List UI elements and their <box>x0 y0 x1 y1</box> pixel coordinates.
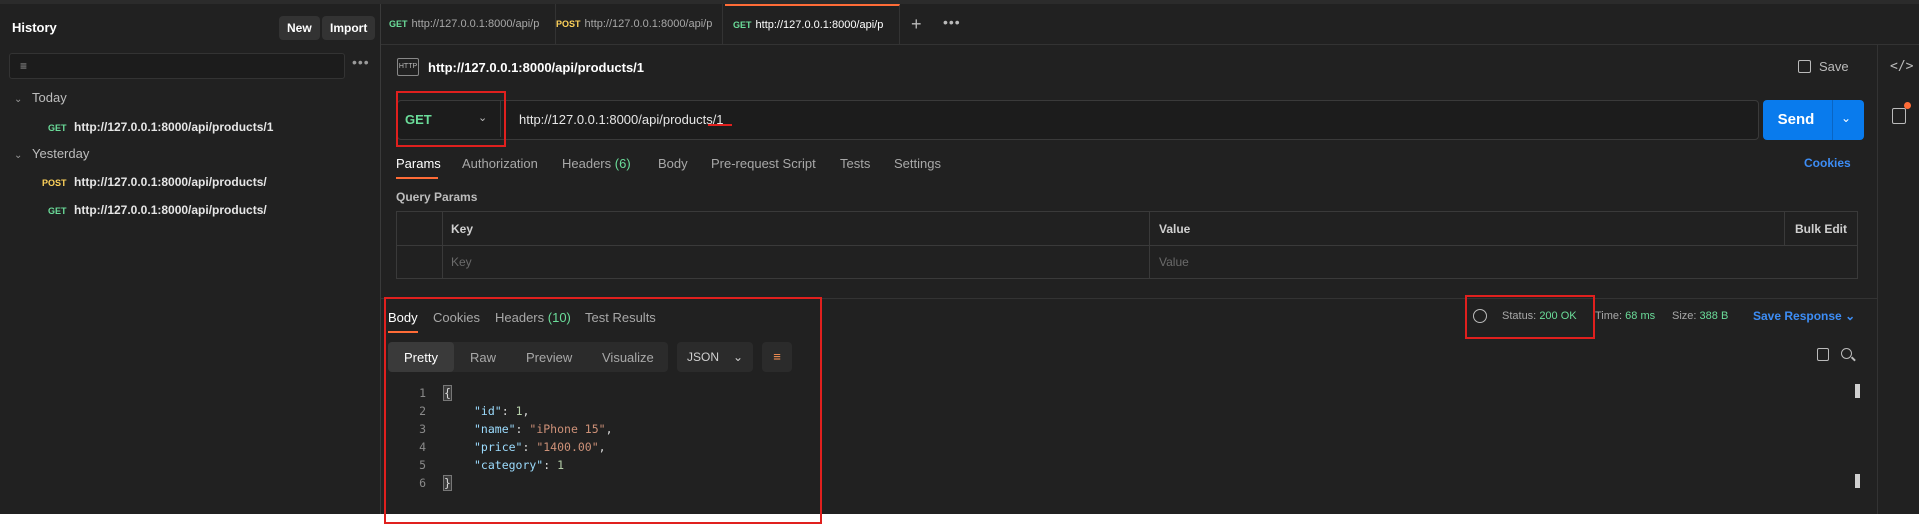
search-icon[interactable] <box>1841 348 1852 359</box>
save-response-label: Save Response <box>1753 309 1842 323</box>
chevron-down-icon: ⌄ <box>1845 309 1856 323</box>
sidebar-title: History <box>12 20 57 35</box>
method-badge: POST <box>42 178 67 188</box>
tab-tests[interactable]: Tests <box>840 156 870 171</box>
tab-headers[interactable]: Headers (6) <box>562 156 631 171</box>
method-badge: GET <box>48 206 67 216</box>
scrollbar-thumb[interactable] <box>1855 474 1860 488</box>
chevron-down-icon[interactable]: ⌄ <box>1841 111 1851 125</box>
annotation-box-response <box>384 297 822 524</box>
key-header: Key <box>451 222 474 236</box>
active-tab-underline <box>396 177 438 179</box>
history-filter-input[interactable]: ≡ <box>9 53 345 79</box>
tab-pre-request-script[interactable]: Pre-request Script <box>711 156 816 171</box>
tab-more-icon[interactable]: ••• <box>943 14 961 30</box>
table-column-divider <box>1149 212 1150 278</box>
history-url: http://127.0.0.1:8000/api/products/ <box>74 203 267 217</box>
tab-count: (6) <box>614 156 631 171</box>
postman-app: History New Import ≡ ••• ⌄ Today GET http:… <box>0 0 1919 524</box>
filter-icon: ≡ <box>20 59 28 73</box>
method-badge: GET <box>733 20 752 30</box>
tab-label: http://127.0.0.1:8000/api/p <box>411 18 540 30</box>
size-indicator[interactable]: Size: 388 B <box>1672 310 1728 322</box>
tab-label: Headers <box>562 156 612 171</box>
time-indicator[interactable]: Time: 68 ms <box>1595 310 1655 322</box>
send-button[interactable]: Send ⌄ <box>1763 100 1864 140</box>
right-rail: </> <box>1877 44 1919 514</box>
chevron-down-icon: ⌄ <box>14 150 23 161</box>
copy-icon[interactable] <box>1817 348 1829 361</box>
history-item[interactable]: GET http://127.0.0.1:8000/api/products/ <box>48 203 267 217</box>
time-value: 68 ms <box>1625 310 1656 322</box>
history-group-today[interactable]: ⌄ Today <box>14 90 67 105</box>
request-tab[interactable]: POST http://127.0.0.1:8000/api/p <box>548 4 723 44</box>
documentation-icon[interactable] <box>1892 108 1906 124</box>
table-column-divider <box>1784 212 1785 245</box>
new-tab-icon[interactable]: + <box>911 14 922 35</box>
bulk-edit-link[interactable]: Bulk Edit <box>1795 222 1847 236</box>
tab-params[interactable]: Params <box>396 156 441 171</box>
table-row-divider <box>397 245 1857 246</box>
chevron-down-icon: ⌄ <box>14 94 23 105</box>
request-tab[interactable]: GET http://127.0.0.1:8000/api/p <box>381 4 556 44</box>
scrollbar-thumb[interactable] <box>1855 384 1860 398</box>
sidebar-header: History New Import <box>0 8 380 44</box>
tab-authorization[interactable]: Authorization <box>462 156 538 171</box>
query-params-table: Key Value Bulk Edit Key Value <box>396 211 1858 279</box>
http-icon: HTTP <box>397 58 419 76</box>
method-badge: POST <box>556 19 581 29</box>
sidebar-more-icon[interactable]: ••• <box>352 54 370 70</box>
history-item[interactable]: POST http://127.0.0.1:8000/api/products/ <box>42 175 267 189</box>
request-tab-bar: GET http://127.0.0.1:8000/api/p POST http:… <box>381 4 1919 45</box>
save-icon <box>1798 60 1811 73</box>
table-column-divider <box>442 212 443 278</box>
send-divider <box>1832 100 1833 140</box>
value-input[interactable]: Value <box>1159 255 1189 269</box>
history-item[interactable]: GET http://127.0.0.1:8000/api/products/1 <box>48 120 273 134</box>
size-label: Size: <box>1672 310 1697 322</box>
url-input[interactable]: http://127.0.0.1:8000/api/products/1 <box>519 112 724 127</box>
tab-label: http://127.0.0.1:8000/api/p <box>584 18 713 30</box>
group-label: Today <box>32 90 67 105</box>
key-input[interactable]: Key <box>451 255 472 269</box>
history-group-yesterday[interactable]: ⌄ Yesterday <box>14 146 89 161</box>
group-label: Yesterday <box>32 146 90 161</box>
import-button[interactable]: Import <box>322 16 376 40</box>
save-button[interactable]: Save <box>1798 59 1849 74</box>
annotation-underline-id <box>708 124 732 126</box>
cookies-link[interactable]: Cookies <box>1804 156 1851 170</box>
notification-dot <box>1904 102 1911 109</box>
annotation-box-status <box>1465 295 1595 339</box>
history-url: http://127.0.0.1:8000/api/products/ <box>74 175 267 189</box>
history-url: http://127.0.0.1:8000/api/products/1 <box>74 120 274 134</box>
method-badge: GET <box>48 123 67 133</box>
save-label: Save <box>1819 59 1849 74</box>
code-icon[interactable]: </> <box>1890 59 1913 74</box>
method-badge: GET <box>389 19 408 29</box>
request-tab-active[interactable]: GET http://127.0.0.1:8000/api/p <box>725 4 900 44</box>
history-sidebar: History New Import ≡ ••• ⌄ Today GET http:… <box>0 4 381 514</box>
tab-settings[interactable]: Settings <box>894 156 941 171</box>
time-label: Time: <box>1595 310 1623 322</box>
request-title[interactable]: http://127.0.0.1:8000/api/products/1 <box>428 60 644 75</box>
query-params-title: Query Params <box>396 190 478 204</box>
tab-label: http://127.0.0.1:8000/api/p <box>755 19 884 31</box>
send-label: Send <box>1777 111 1815 128</box>
new-button[interactable]: New <box>279 16 320 40</box>
value-header: Value <box>1159 222 1191 236</box>
annotation-box-method <box>396 91 506 147</box>
size-value: 388 B <box>1699 310 1729 322</box>
tab-body[interactable]: Body <box>658 156 688 171</box>
save-response-button[interactable]: Save Response ⌄ <box>1753 309 1855 323</box>
